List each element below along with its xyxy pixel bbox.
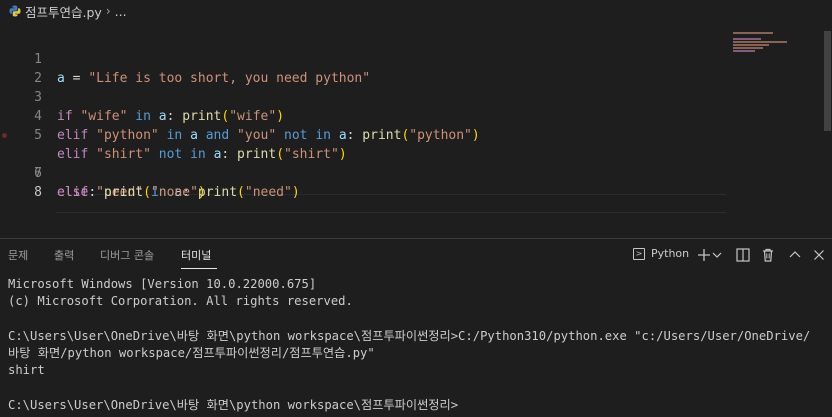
terminal-line: shirt [8, 363, 45, 377]
trash-icon[interactable] [760, 247, 776, 263]
minimap-line [733, 47, 763, 49]
terminal-profile-label: Python [651, 247, 690, 260]
terminal-line: 바탕 화면/python workspace/점프투파이썬정리/점프투연습.py… [8, 346, 375, 360]
vscode-window: 점프투연습.py › ... 1 a = "Life is too short,… [0, 0, 832, 417]
minimap-line [733, 32, 773, 34]
active-tab-indicator [181, 268, 217, 269]
code-line[interactable]: 1 a = "Life is too short, you need pytho… [0, 31, 832, 86]
minimap-line [733, 50, 755, 52]
code-line[interactable]: 3 if "wife" in a: print("wife") [0, 69, 832, 124]
code-line[interactable]: 5 elif "shirt" not in a: print("shirt") [0, 107, 832, 162]
tab-debug-console[interactable]: 디버그 콘솔 [100, 249, 154, 263]
code-editor[interactable]: 1 a = "Life is too short, you need pytho… [0, 31, 832, 221]
tab-problems[interactable]: 문제 [8, 249, 28, 263]
tab-terminal[interactable]: 터미널 [181, 249, 211, 263]
plus-icon[interactable] [696, 247, 712, 263]
code-line[interactable]: 4 elif "python" in a and "you" not in a:… [0, 88, 832, 143]
line-number: 8 [34, 185, 42, 200]
chevron-right-icon: › [105, 4, 111, 18]
breadcrumb-file[interactable]: 점프투연습.py [25, 2, 102, 21]
code-line[interactable]: 2 [0, 50, 832, 86]
terminal-line: Microsoft Windows [Version 10.0.22000.67… [8, 277, 317, 291]
panel-header: 문제 출력 디버그 콘솔 터미널 > Python [0, 239, 832, 272]
tab-output[interactable]: 출력 [54, 249, 74, 263]
split-terminal-icon[interactable] [735, 247, 751, 263]
code-line[interactable]: 8 [0, 164, 832, 200]
minimap-line [733, 38, 761, 40]
terminal-line: C:\Users\User\OneDrive\바탕 화면\python work… [8, 329, 811, 343]
editor-scrollbar[interactable] [824, 31, 831, 131]
python-file-icon [9, 5, 21, 17]
code-line[interactable]: 6 elif "need" in a: print("need") [0, 126, 832, 200]
minimap-line [733, 41, 787, 43]
chevron-down-icon[interactable] [711, 247, 723, 263]
close-icon[interactable] [811, 247, 827, 263]
code-line[interactable]: 7 else: print("none") [0, 145, 832, 200]
breadcrumb: 점프투연습.py › ... [0, 0, 832, 22]
minimap-line [733, 44, 769, 46]
terminal-profile-selector[interactable]: > Python [633, 247, 689, 260]
code-text[interactable]: else: print("none") [57, 183, 206, 202]
terminal-prompt[interactable]: C:\Users\User\OneDrive\바탕 화면\python work… [8, 397, 458, 414]
chevron-up-icon[interactable] [787, 247, 803, 263]
terminal-icon: > [633, 247, 645, 260]
breadcrumb-symbol[interactable]: ... [115, 4, 127, 19]
terminal-line: (c) Microsoft Corporation. All rights re… [8, 294, 353, 308]
minimap[interactable] [733, 31, 823, 91]
breakpoint-hint-icon[interactable] [2, 133, 7, 138]
